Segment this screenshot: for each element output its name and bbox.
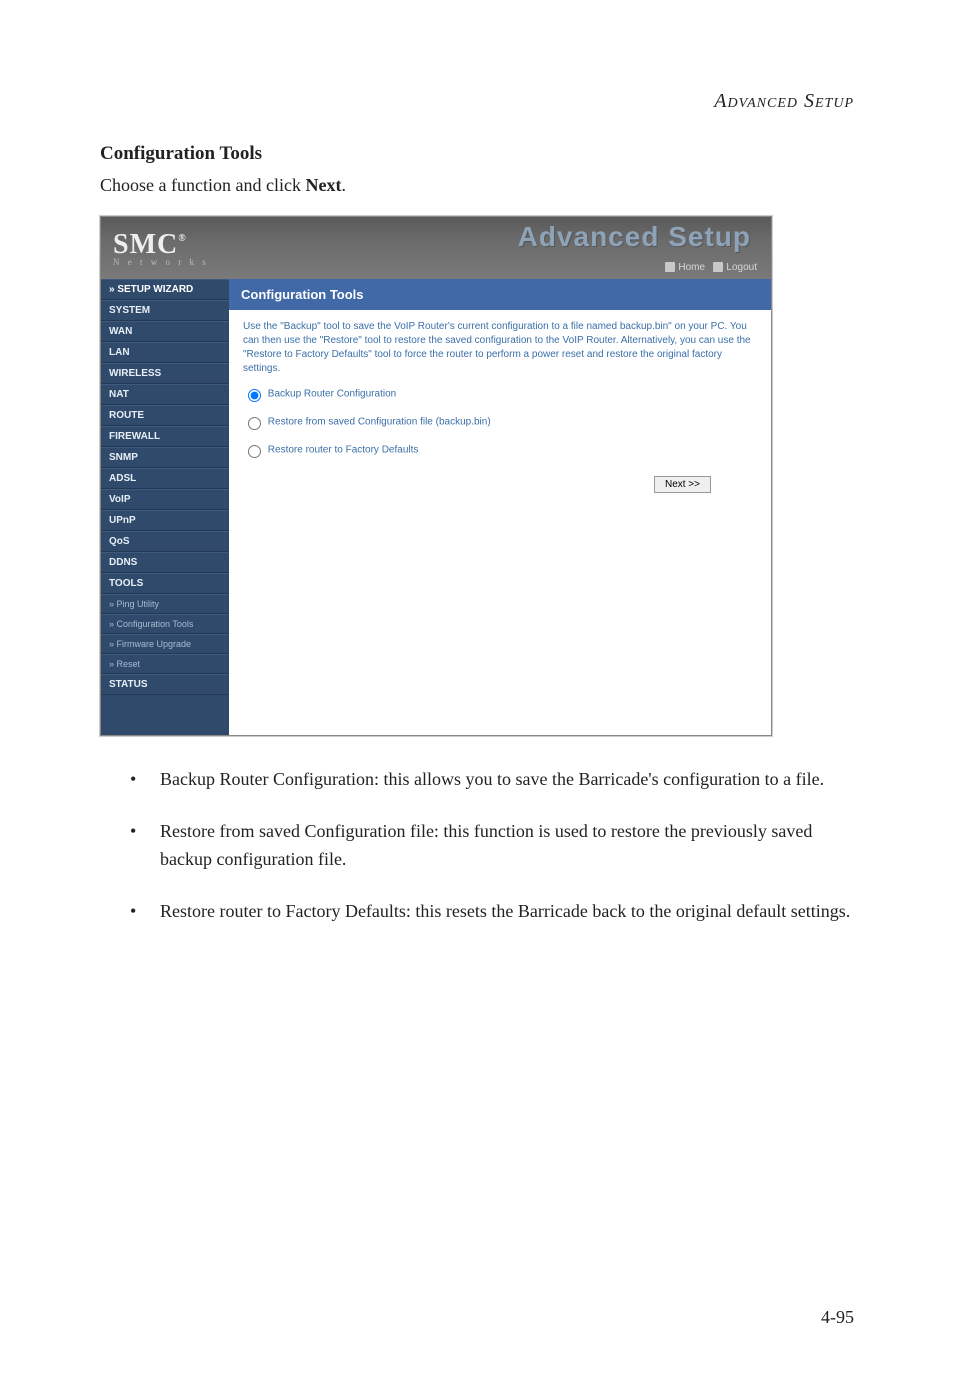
sidebar-item-nat[interactable]: NAT <box>101 384 229 405</box>
sidebar-item-status[interactable]: STATUS <box>101 674 229 695</box>
page-number: 4-95 <box>821 1307 854 1328</box>
sidebar-item-configuration-tools[interactable]: » Configuration Tools <box>101 614 229 634</box>
header-links: Home Logout <box>665 262 757 273</box>
router-header: SMC® N e t w o r k s Advanced Setup Home… <box>101 217 771 279</box>
sidebar-item-qos[interactable]: QoS <box>101 531 229 552</box>
option-backup-label: Backup Router Configuration <box>268 389 396 400</box>
option-factory-defaults[interactable]: Restore router to Factory Defaults <box>229 436 771 464</box>
home-icon <box>665 262 675 272</box>
option-restore-file-label: Restore from saved Configuration file (b… <box>268 417 491 428</box>
router-ui-screenshot: SMC® N e t w o r k s Advanced Setup Home… <box>100 216 772 736</box>
subtitle-prefix: Choose a function and click <box>100 175 305 195</box>
section-subtitle: Choose a function and click Next. <box>100 175 854 196</box>
main-panel: Configuration Tools Use the "Backup" too… <box>229 279 771 735</box>
panel-description: Use the "Backup" tool to save the VoIP R… <box>229 310 771 380</box>
home-link[interactable]: Home <box>678 262 705 273</box>
radio-factory-defaults[interactable] <box>248 445 261 458</box>
sidebar-item-firmware-upgrade[interactable]: » Firmware Upgrade <box>101 634 229 654</box>
sidebar-item-system[interactable]: SYSTEM <box>101 300 229 321</box>
sidebar-item-route[interactable]: ROUTE <box>101 405 229 426</box>
next-button[interactable]: Next >> <box>654 476 711 493</box>
sidebar-item-firewall[interactable]: FIREWALL <box>101 426 229 447</box>
sidebar-item-tools[interactable]: TOOLS <box>101 573 229 594</box>
sidebar-item-voip[interactable]: VoIP <box>101 489 229 510</box>
radio-backup[interactable] <box>248 389 261 402</box>
panel-title: Configuration Tools <box>229 279 771 310</box>
sidebar-item-setup-wizard[interactable]: » SETUP WIZARD <box>101 279 229 300</box>
sidebar-item-ping-utility[interactable]: » Ping Utility <box>101 594 229 614</box>
option-restore-file[interactable]: Restore from saved Configuration file (b… <box>229 408 771 436</box>
bullet-factory-defaults: Restore router to Factory Defaults: this… <box>130 898 854 926</box>
brand-logo-registered: ® <box>178 233 186 244</box>
subtitle-suffix: . <box>341 175 346 195</box>
bullet-backup: Backup Router Configuration: this allows… <box>130 766 854 794</box>
banner-title: Advanced Setup <box>518 221 751 253</box>
brand-logo-sub: N e t w o r k s <box>113 257 209 267</box>
option-factory-defaults-label: Restore router to Factory Defaults <box>268 445 419 456</box>
sidebar-item-adsl[interactable]: ADSL <box>101 468 229 489</box>
option-backup[interactable]: Backup Router Configuration <box>229 380 771 408</box>
page-header: Advanced Setup <box>100 90 854 113</box>
brand-logo-text: SMC <box>113 229 178 260</box>
sidebar-item-wan[interactable]: WAN <box>101 321 229 342</box>
brand-logo: SMC® N e t w o r k s <box>101 229 209 267</box>
logout-link[interactable]: Logout <box>726 262 757 273</box>
sidebar-item-reset[interactable]: » Reset <box>101 654 229 674</box>
section-heading: Configuration Tools <box>100 143 854 165</box>
sidebar-item-ddns[interactable]: DDNS <box>101 552 229 573</box>
sidebar-item-lan[interactable]: LAN <box>101 342 229 363</box>
sidebar: » SETUP WIZARD SYSTEM WAN LAN WIRELESS N… <box>101 279 229 735</box>
subtitle-bold: Next <box>305 175 341 195</box>
bullet-restore: Restore from saved Configuration file: t… <box>130 818 854 874</box>
radio-restore-file[interactable] <box>248 417 261 430</box>
logout-icon <box>713 262 723 272</box>
sidebar-item-wireless[interactable]: WIRELESS <box>101 363 229 384</box>
description-bullets: Backup Router Configuration: this allows… <box>100 766 854 926</box>
sidebar-item-upnp[interactable]: UPnP <box>101 510 229 531</box>
sidebar-item-snmp[interactable]: SNMP <box>101 447 229 468</box>
